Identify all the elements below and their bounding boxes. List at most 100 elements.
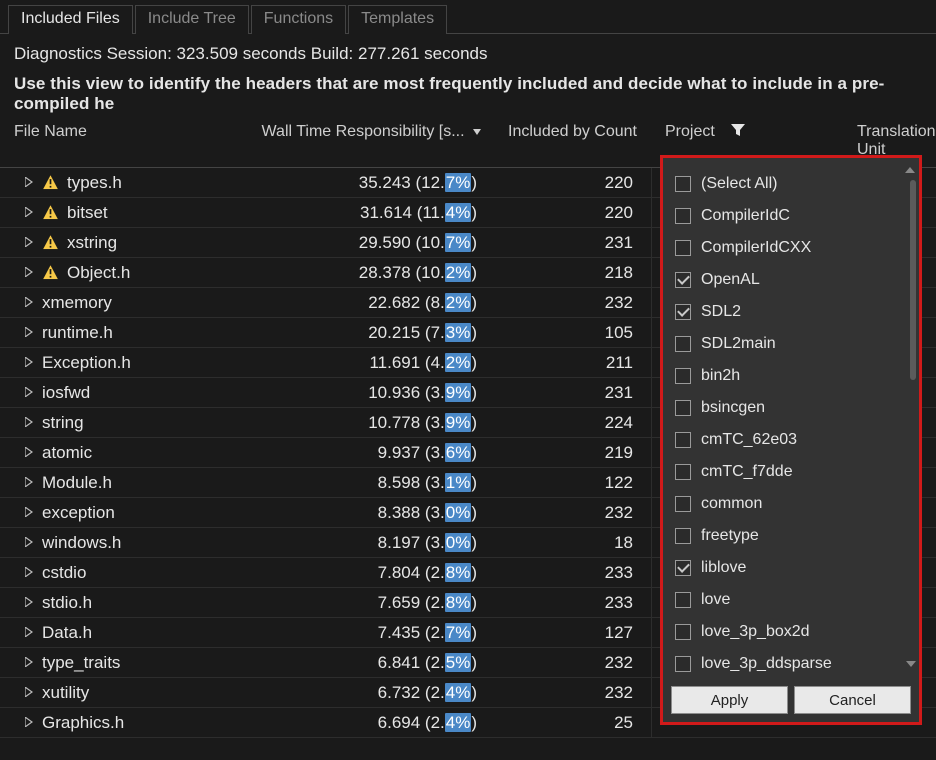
col-header-translation-unit[interactable]: Translation Unit bbox=[835, 123, 936, 159]
expand-icon[interactable] bbox=[24, 416, 34, 430]
included-by-count-cell: 224 bbox=[485, 413, 651, 433]
filter-item-label: bin2h bbox=[701, 367, 740, 385]
included-by-count-cell: 218 bbox=[485, 263, 651, 283]
filter-item[interactable]: common bbox=[675, 488, 913, 520]
expand-icon[interactable] bbox=[24, 236, 34, 250]
filter-item[interactable]: love bbox=[675, 584, 913, 616]
filter-item[interactable]: love_3p_box2d bbox=[675, 616, 913, 648]
expand-icon[interactable] bbox=[24, 626, 34, 640]
expand-icon[interactable] bbox=[24, 596, 34, 610]
included-by-count-cell: 219 bbox=[485, 443, 651, 463]
cancel-button[interactable]: Cancel bbox=[794, 686, 911, 714]
filter-item[interactable]: (Select All) bbox=[675, 168, 913, 200]
included-by-count-cell: 233 bbox=[485, 593, 651, 613]
included-by-count-cell: 232 bbox=[485, 683, 651, 703]
filter-item-label: CompilerIdC bbox=[701, 207, 790, 225]
checkbox-icon[interactable] bbox=[675, 336, 691, 352]
checkbox-checked-icon[interactable] bbox=[675, 272, 691, 288]
col-header-wall-time[interactable]: Wall Time Responsibility [s... bbox=[244, 123, 489, 159]
filter-item-label: cmTC_f7dde bbox=[701, 463, 793, 481]
wall-time-cell: 31.614 (11.4%) bbox=[240, 203, 485, 223]
checkbox-icon[interactable] bbox=[675, 176, 691, 192]
checkbox-icon[interactable] bbox=[675, 240, 691, 256]
wall-time-cell: 29.590 (10.7%) bbox=[240, 233, 485, 253]
filter-item-label: love_3p_ddsparse bbox=[701, 655, 832, 673]
diagnostics-window: { "tabs": [ { "label": "Included Files",… bbox=[0, 0, 936, 760]
col-header-project[interactable]: Project bbox=[655, 123, 835, 159]
filter-item[interactable]: SDL2 bbox=[675, 296, 913, 328]
expand-icon[interactable] bbox=[24, 566, 34, 580]
checkbox-checked-icon[interactable] bbox=[675, 304, 691, 320]
expand-icon[interactable] bbox=[24, 356, 34, 370]
tab-templates[interactable]: Templates bbox=[348, 5, 447, 34]
checkbox-checked-icon[interactable] bbox=[675, 560, 691, 576]
included-by-count-cell: 232 bbox=[485, 293, 651, 313]
expand-icon[interactable] bbox=[24, 206, 34, 220]
file-name: xmemory bbox=[42, 293, 112, 313]
sort-descending-icon bbox=[473, 122, 481, 140]
filter-scrollbar[interactable] bbox=[904, 166, 916, 176]
checkbox-icon[interactable] bbox=[675, 592, 691, 608]
checkbox-icon[interactable] bbox=[675, 528, 691, 544]
filter-item[interactable]: bsincgen bbox=[675, 392, 913, 424]
filter-item[interactable]: bin2h bbox=[675, 360, 913, 392]
included-by-count-cell: 105 bbox=[485, 323, 651, 343]
filter-item-label: love bbox=[701, 591, 730, 609]
filter-icon[interactable] bbox=[731, 123, 745, 141]
checkbox-icon[interactable] bbox=[675, 208, 691, 224]
expand-icon[interactable] bbox=[24, 266, 34, 280]
file-name: cstdio bbox=[42, 563, 86, 583]
tab-include-tree[interactable]: Include Tree bbox=[135, 5, 249, 34]
filter-item[interactable]: CompilerIdC bbox=[675, 200, 913, 232]
filter-item[interactable]: love_3p_ddsparse bbox=[675, 648, 913, 678]
checkbox-icon[interactable] bbox=[675, 400, 691, 416]
project-filter-popup: (Select All) CompilerIdC CompilerIdCXX O… bbox=[660, 155, 922, 725]
tab-included-files[interactable]: Included Files bbox=[8, 5, 133, 34]
included-by-count-cell: 122 bbox=[485, 473, 651, 493]
filter-item-label: liblove bbox=[701, 559, 746, 577]
file-name: iosfwd bbox=[42, 383, 90, 403]
scroll-up-icon[interactable] bbox=[904, 166, 916, 176]
expand-icon[interactable] bbox=[24, 686, 34, 700]
filter-item[interactable]: OpenAL bbox=[675, 264, 913, 296]
filter-item[interactable]: liblove bbox=[675, 552, 913, 584]
checkbox-icon[interactable] bbox=[675, 624, 691, 640]
checkbox-icon[interactable] bbox=[675, 656, 691, 672]
wall-time-cell: 9.937 (3.6%) bbox=[240, 443, 485, 463]
filter-item[interactable]: cmTC_f7dde bbox=[675, 456, 913, 488]
scroll-down-icon[interactable] bbox=[906, 654, 916, 672]
expand-icon[interactable] bbox=[24, 326, 34, 340]
filter-item[interactable]: SDL2main bbox=[675, 328, 913, 360]
file-name: type_traits bbox=[42, 653, 120, 673]
expand-icon[interactable] bbox=[24, 446, 34, 460]
checkbox-icon[interactable] bbox=[675, 496, 691, 512]
checkbox-icon[interactable] bbox=[675, 464, 691, 480]
expand-icon[interactable] bbox=[24, 716, 34, 730]
included-by-count-cell: 232 bbox=[485, 653, 651, 673]
expand-icon[interactable] bbox=[24, 536, 34, 550]
warning-icon bbox=[42, 264, 59, 281]
file-name: Data.h bbox=[42, 623, 92, 643]
filter-item[interactable]: CompilerIdCXX bbox=[675, 232, 913, 264]
checkbox-icon[interactable] bbox=[675, 432, 691, 448]
col-header-file[interactable]: File Name bbox=[4, 123, 244, 159]
warning-icon bbox=[42, 204, 59, 221]
wall-time-cell: 11.691 (4.2%) bbox=[240, 353, 485, 373]
checkbox-icon[interactable] bbox=[675, 368, 691, 384]
col-header-included-by[interactable]: Included by Count bbox=[489, 123, 655, 159]
filter-item-label: bsincgen bbox=[701, 399, 765, 417]
expand-icon[interactable] bbox=[24, 386, 34, 400]
tab-functions[interactable]: Functions bbox=[251, 5, 346, 34]
apply-button[interactable]: Apply bbox=[671, 686, 788, 714]
filter-scrollbar-thumb[interactable] bbox=[910, 180, 916, 380]
view-tabs: Included FilesInclude TreeFunctionsTempl… bbox=[0, 0, 936, 34]
expand-icon[interactable] bbox=[24, 476, 34, 490]
expand-icon[interactable] bbox=[24, 656, 34, 670]
expand-icon[interactable] bbox=[24, 176, 34, 190]
expand-icon[interactable] bbox=[24, 506, 34, 520]
filter-item[interactable]: cmTC_62e03 bbox=[675, 424, 913, 456]
filter-item[interactable]: freetype bbox=[675, 520, 913, 552]
included-by-count-cell: 233 bbox=[485, 563, 651, 583]
included-by-count-cell: 18 bbox=[485, 533, 651, 553]
expand-icon[interactable] bbox=[24, 296, 34, 310]
